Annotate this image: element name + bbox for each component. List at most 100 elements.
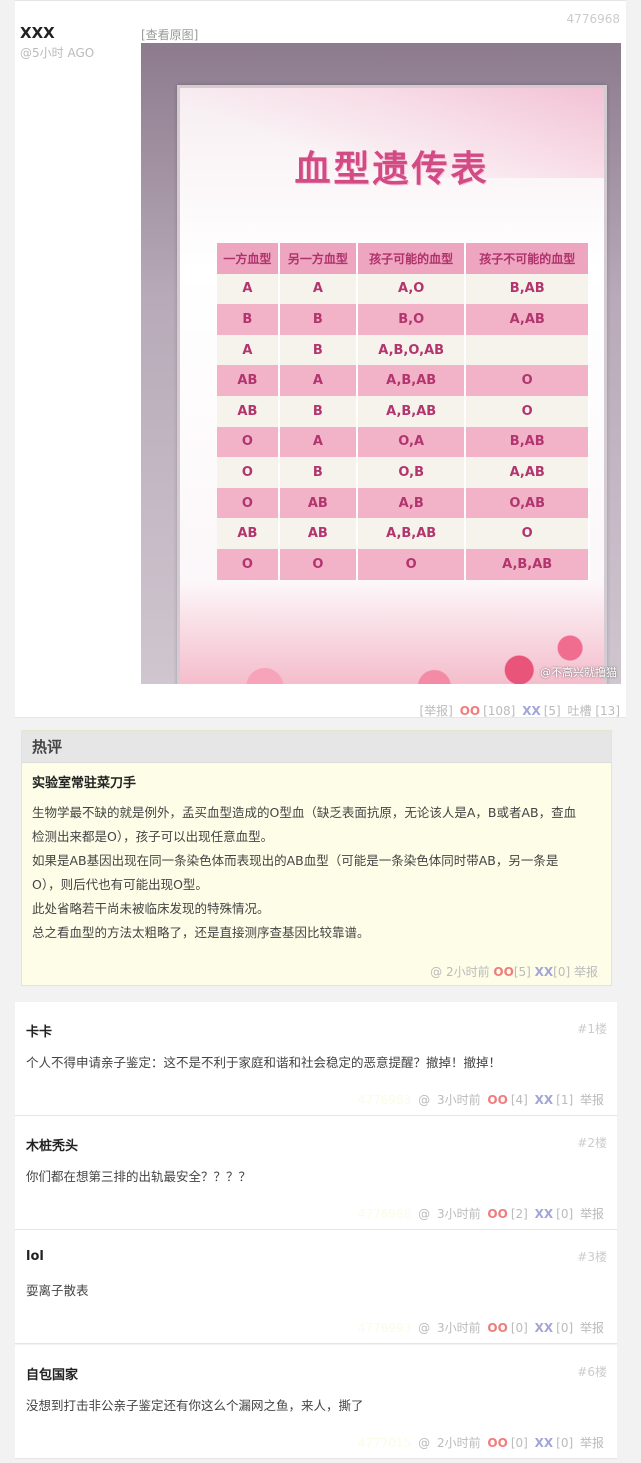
- table-row: AB AB A,B,AB O: [217, 518, 590, 549]
- view-original-link[interactable]: [查看原图]: [141, 26, 198, 43]
- comment-floor[interactable]: #1楼: [577, 1020, 607, 1037]
- report-link[interactable]: 举报: [580, 1321, 604, 1335]
- reply-link[interactable]: @: [418, 1436, 430, 1450]
- table-cell: A,B: [356, 487, 467, 519]
- table-cell: AB: [217, 395, 280, 427]
- xx-count: [0]: [553, 965, 571, 979]
- post-image[interactable]: 血型遗传表 一方血型 另一方血型 孩子可能的血型 孩子不可能的血型 A A A,O B…: [141, 43, 621, 684]
- comment-time: 3小时前: [436, 1093, 481, 1107]
- poster-title: 血型遗传表: [294, 149, 490, 190]
- table-cell: A,B,O,AB: [356, 334, 467, 366]
- comment-author[interactable]: 自包国家: [26, 1364, 78, 1383]
- oo-count: [2]: [510, 1207, 528, 1221]
- comment-text: 没想到打击非公亲子鉴定还有你这么个漏网之鱼，来人，撕了: [26, 1398, 364, 1413]
- table-row: O O O A,B,AB: [217, 548, 590, 580]
- table-cell: B: [278, 304, 358, 335]
- xx-button[interactable]: XX: [535, 1436, 554, 1450]
- table-cell: O: [217, 426, 280, 458]
- comment-author[interactable]: lol: [26, 1249, 44, 1264]
- reply-link[interactable]: @: [418, 1321, 430, 1335]
- table-row: A A A,O B,AB: [217, 273, 590, 305]
- oo-button[interactable]: OO: [487, 1436, 507, 1450]
- oo-button[interactable]: OO: [487, 1207, 507, 1221]
- table-cell: B,O: [356, 304, 467, 335]
- oo-button[interactable]: OO: [487, 1321, 507, 1335]
- oo-button[interactable]: OO: [460, 704, 480, 718]
- table-row: O B O,B A,AB: [217, 457, 590, 488]
- table-cell: B,AB: [465, 426, 590, 458]
- report-link[interactable]: 举报: [580, 1207, 604, 1221]
- table-cell: [465, 334, 590, 366]
- table-row: O A O,A B,AB: [217, 426, 590, 458]
- hot-comment-line: 检测出来都是O），孩子可以出现任意血型。: [32, 829, 274, 844]
- xx-count: [0]: [556, 1207, 574, 1221]
- table-cell: AB: [217, 518, 280, 549]
- blood-type-poster: 血型遗传表 一方血型 另一方血型 孩子可能的血型 孩子不可能的血型 A A A,O B…: [177, 85, 607, 684]
- table-cell: A,B,AB: [465, 548, 590, 580]
- table-cell: O: [465, 395, 590, 427]
- hot-comment-body: 生物学最不缺的就是例外，孟买血型造成的O型血（缺乏表面抗原，无论该人是A，B或者…: [32, 801, 602, 945]
- xx-button[interactable]: XX: [535, 965, 554, 979]
- hot-comment: 热评 实验室常驻菜刀手 生物学最不缺的就是例外，孟买血型造成的O型血（缺乏表面抗…: [21, 730, 612, 986]
- post-id[interactable]: 4776968: [567, 12, 620, 26]
- comment-actions: 4777015 @ 2小时前 OO [0] XX [0] 举报: [355, 1434, 604, 1451]
- hot-comment-actions: @ 2小时前 OO[5] XX[0] 举报: [430, 963, 598, 980]
- blood-type-table: 一方血型 另一方血型 孩子可能的血型 孩子不可能的血型 A A A,O B,AB B B B…: [217, 243, 590, 580]
- table-cell: O,A: [356, 426, 467, 458]
- reply-link[interactable]: @: [418, 1207, 430, 1221]
- comment-item: 卡卡 #1楼 个人不得申请亲子鉴定：这不是不利于家庭和谐和社会稳定的恶意提醒？撤…: [15, 1002, 617, 1116]
- post-author[interactable]: XXX: [20, 24, 55, 42]
- comment-id[interactable]: 4777015: [358, 1436, 411, 1450]
- comment-item: lol #3楼 耍离子散表 4776993 @ 3小时前 OO [0] XX [0]…: [15, 1230, 617, 1344]
- hot-comment-author[interactable]: 实验室常驻菜刀手: [32, 772, 136, 791]
- comment-author[interactable]: 卡卡: [26, 1021, 52, 1040]
- table-cell: O: [278, 548, 358, 580]
- comment-time: 3小时前: [436, 1207, 481, 1221]
- table-row: B B B,O A,AB: [217, 304, 590, 335]
- comment-floor[interactable]: #2楼: [577, 1134, 607, 1151]
- comment-floor[interactable]: #3楼: [577, 1248, 607, 1265]
- table-cell: B,AB: [465, 273, 590, 305]
- hot-comment-line: O），则后代也有可能出现O型。: [32, 877, 208, 892]
- oo-button[interactable]: OO: [487, 1093, 507, 1107]
- oo-button[interactable]: OO: [493, 965, 513, 979]
- report-link[interactable]: 举报: [580, 1093, 604, 1107]
- table-cell: A: [217, 334, 280, 366]
- comment-actions: 4776983 @ 3小时前 OO [4] XX [1] 举报: [355, 1091, 604, 1108]
- comment-floor[interactable]: #6楼: [577, 1363, 607, 1380]
- xx-button[interactable]: XX: [535, 1321, 554, 1335]
- table-header: 一方血型: [217, 243, 280, 274]
- report-link[interactable]: 举报: [574, 965, 598, 979]
- comment-id[interactable]: 4776988: [358, 1207, 411, 1221]
- table-header: 另一方血型: [278, 243, 358, 274]
- post-time: @5小时 AGO: [20, 46, 95, 60]
- xx-button[interactable]: XX: [535, 1207, 554, 1221]
- table-cell: A,B,AB: [356, 518, 467, 549]
- comment-author[interactable]: 木桩秃头: [26, 1135, 78, 1154]
- comment-actions: 4776993 @ 3小时前 OO [0] XX [0] 举报: [355, 1319, 604, 1336]
- table-cell: A,B,AB: [356, 395, 467, 427]
- table-cell: A: [278, 273, 358, 305]
- image-watermark: @不高兴就撸猫: [540, 666, 617, 679]
- reply-link[interactable]: @: [418, 1093, 430, 1107]
- table-row: AB A A,B,AB O: [217, 365, 590, 396]
- comment-id[interactable]: 4776993: [358, 1321, 411, 1335]
- oo-count: [4]: [510, 1093, 528, 1107]
- reply-link[interactable]: @: [430, 965, 442, 979]
- comment-id[interactable]: 4776983: [358, 1093, 411, 1107]
- oo-count: [0]: [510, 1436, 528, 1450]
- table-row: AB B A,B,AB O: [217, 395, 590, 427]
- tucao-link[interactable]: 吐槽 [13]: [568, 704, 620, 718]
- table-cell: A: [278, 365, 358, 396]
- report-link[interactable]: [举报]: [419, 704, 452, 718]
- table-cell: B: [278, 457, 358, 488]
- hot-comment-line: 生物学最不缺的就是例外，孟买血型造成的O型血（缺乏表面抗原，无论该人是A，B或者…: [32, 805, 577, 820]
- report-link[interactable]: 举报: [580, 1436, 604, 1450]
- xx-button[interactable]: XX: [535, 1093, 554, 1107]
- post-card: XXX @5小时 AGO 4776968 [查看原图] 血型遗传表 一方血型 另…: [15, 0, 626, 718]
- table-cell: O: [217, 548, 280, 580]
- hot-comment-header: 热评: [22, 731, 611, 763]
- table-cell: O,B: [356, 457, 467, 488]
- comment-text: 耍离子散表: [26, 1283, 89, 1298]
- xx-button[interactable]: XX: [522, 704, 541, 718]
